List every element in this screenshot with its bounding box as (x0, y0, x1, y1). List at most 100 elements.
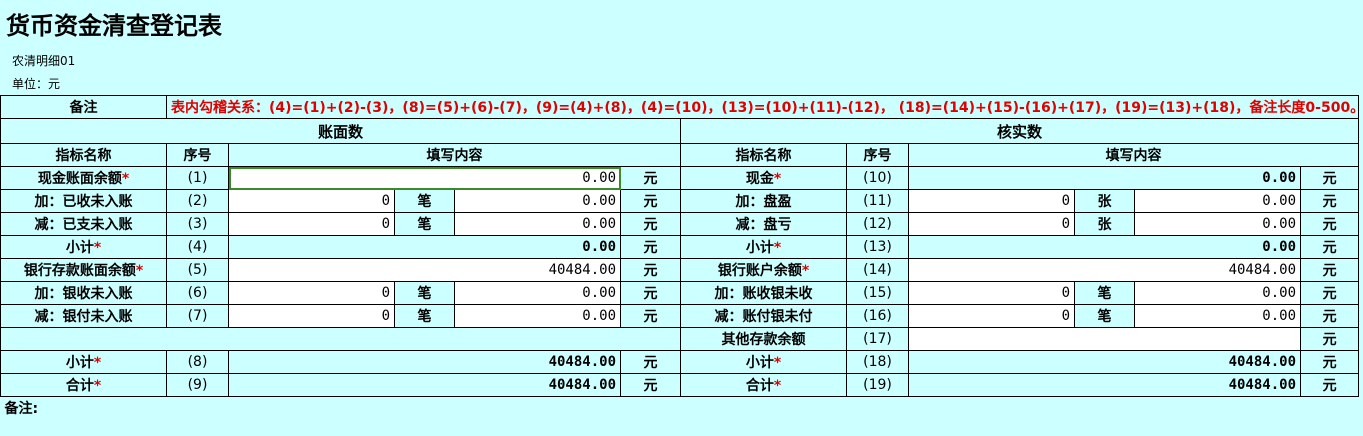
row-label: 加：账收银未收 (714, 286, 813, 302)
right-amount-input[interactable]: 40484.00 (908, 258, 1301, 282)
left-unit-yuan: 元 (620, 189, 681, 213)
left-amount-value: 40484.00 (228, 350, 621, 374)
left-count-unit: 笔 (394, 281, 455, 305)
right-row-name: 加：盘盈 (680, 189, 847, 213)
right-row-seq: (15) (846, 281, 909, 305)
row-label: 小计 (65, 355, 94, 371)
left-row-seq: (9) (166, 373, 229, 397)
left-row-name: 银行存款账面余额* (0, 258, 167, 282)
right-unit-yuan: 元 (1299, 235, 1360, 259)
right-row-name: 小计* (680, 235, 847, 259)
table-row: 减：银付未入账 (7) 0 笔 0.00 元减：账付银未付 (16) 0 笔 0.00 元 (0, 304, 1360, 328)
right-count-unit: 笔 (1074, 281, 1135, 305)
right-unit-yuan: 元 (1299, 350, 1360, 374)
right-row-seq: (16) (846, 304, 909, 328)
row-label: 小计 (745, 355, 774, 371)
left-amount-input[interactable]: 40484.00 (228, 258, 621, 282)
right-count-input[interactable]: 0 (908, 281, 1075, 305)
row-label: 小计 (745, 240, 774, 256)
right-amount-value: 40484.00 (908, 350, 1301, 374)
right-unit-yuan: 元 (1299, 327, 1360, 351)
right-col-seq-header: 序号 (846, 143, 909, 167)
left-unit-yuan: 元 (620, 212, 681, 236)
row-label: 加：银收未入账 (34, 286, 133, 302)
right-row-seq: (18) (846, 350, 909, 374)
right-row-name: 小计* (680, 350, 847, 374)
right-count-input[interactable]: 0 (908, 212, 1075, 236)
right-row-name: 其他存款余额 (680, 327, 847, 351)
left-unit-yuan: 元 (620, 304, 681, 328)
left-amount-input[interactable]: 0.00 (228, 166, 621, 190)
right-count-input[interactable]: 0 (908, 304, 1075, 328)
left-amount-input[interactable]: 0.00 (454, 212, 621, 236)
left-amount-input[interactable]: 0.00 (454, 189, 621, 213)
right-amount-input[interactable]: 0.00 (1134, 189, 1301, 213)
right-count-unit: 张 (1074, 212, 1135, 236)
left-count-input[interactable]: 0 (228, 304, 395, 328)
left-row-name: 现金账面余额* (0, 166, 167, 190)
required-star: * (801, 263, 810, 279)
right-unit-yuan: 元 (1299, 304, 1360, 328)
right-amount-input[interactable]: 0.00 (1134, 212, 1301, 236)
left-count-input[interactable]: 0 (228, 189, 395, 213)
right-row-seq: (14) (846, 258, 909, 282)
left-amount-input[interactable]: 0.00 (454, 304, 621, 328)
right-amount-input[interactable] (908, 327, 1301, 351)
left-col-content-header: 填写内容 (228, 143, 681, 167)
row-label: 银行账户余额 (717, 263, 802, 279)
left-count-input[interactable]: 0 (228, 281, 395, 305)
left-row-name: 加：已收未入账 (0, 189, 167, 213)
table-row: 加：银收未入账 (6) 0 笔 0.00 元加：账收银未收 (15) 0 笔 0.00 元 (0, 281, 1360, 305)
right-amount-input[interactable]: 0.00 (1134, 281, 1301, 305)
page-title: 货币资金清查登记表 (6, 11, 222, 40)
left-unit-yuan: 元 (620, 281, 681, 305)
left-count-input[interactable]: 0 (228, 212, 395, 236)
right-count-input[interactable]: 0 (908, 189, 1075, 213)
unit-label: 单位：元 (12, 77, 61, 91)
left-row-seq: (1) (166, 166, 229, 190)
table-row: 小计* (4) 0.00 元小计* (13) 0.00 元 (0, 235, 1360, 259)
left-row-seq: (6) (166, 281, 229, 305)
right-row-name: 减：盘亏 (680, 212, 847, 236)
left-row-name: 合计* (0, 373, 167, 397)
row-label: 其他存款余额 (721, 332, 806, 348)
required-star: * (773, 171, 782, 187)
required-star: * (773, 240, 782, 256)
left-unit-yuan: 元 (620, 235, 681, 259)
row-label: 减：盘亏 (735, 217, 792, 233)
right-col-content-header: 填写内容 (907, 143, 1360, 167)
left-amount-value: 40484.00 (228, 373, 621, 397)
left-row-name: 小计* (0, 350, 167, 374)
required-star: * (135, 263, 144, 279)
bottom-note-row: 备注: (0, 396, 1359, 420)
right-col-name-header: 指标名称 (680, 143, 847, 167)
row-label: 加：盘盈 (735, 194, 792, 210)
left-row-seq: (4) (166, 235, 229, 259)
left-blank-row (0, 327, 681, 351)
left-row-name: 加：银收未入账 (0, 281, 167, 305)
left-row-name: 小计* (0, 235, 167, 259)
right-row-seq: (10) (846, 166, 909, 190)
bottom-note[interactable]: 备注: (0, 396, 1359, 420)
row-label: 现金账面余额 (37, 171, 122, 187)
table-row: 减：已支未入账 (3) 0 笔 0.00 元减：盘亏 (12) 0 张 0.00 元 (0, 212, 1360, 236)
right-unit-yuan: 元 (1299, 212, 1360, 236)
row-label: 合计 (745, 378, 774, 394)
required-star: * (93, 378, 102, 394)
org-name: 农清明细01 (12, 54, 76, 68)
left-section-header: 账面数 (0, 118, 681, 144)
left-count-unit: 笔 (394, 189, 455, 213)
table-row: 合计* (9) 40484.00 元合计* (19) 40484.00 元 (0, 373, 1360, 397)
right-row-seq: (11) (846, 189, 909, 213)
required-star: * (121, 171, 130, 187)
table-row: 现金账面余额* (1) 0.00 元现金* (10) 0.00 元 (0, 166, 1360, 190)
right-row-seq: (13) (846, 235, 909, 259)
left-col-seq-header: 序号 (166, 143, 229, 167)
required-star: * (93, 240, 102, 256)
row-label: 减：已支未入账 (34, 217, 133, 233)
required-star: * (773, 378, 782, 394)
right-amount-input[interactable]: 0.00 (1134, 304, 1301, 328)
left-amount-input[interactable]: 0.00 (454, 281, 621, 305)
left-row-name: 减：已支未入账 (0, 212, 167, 236)
right-amount-value: 40484.00 (908, 373, 1301, 397)
